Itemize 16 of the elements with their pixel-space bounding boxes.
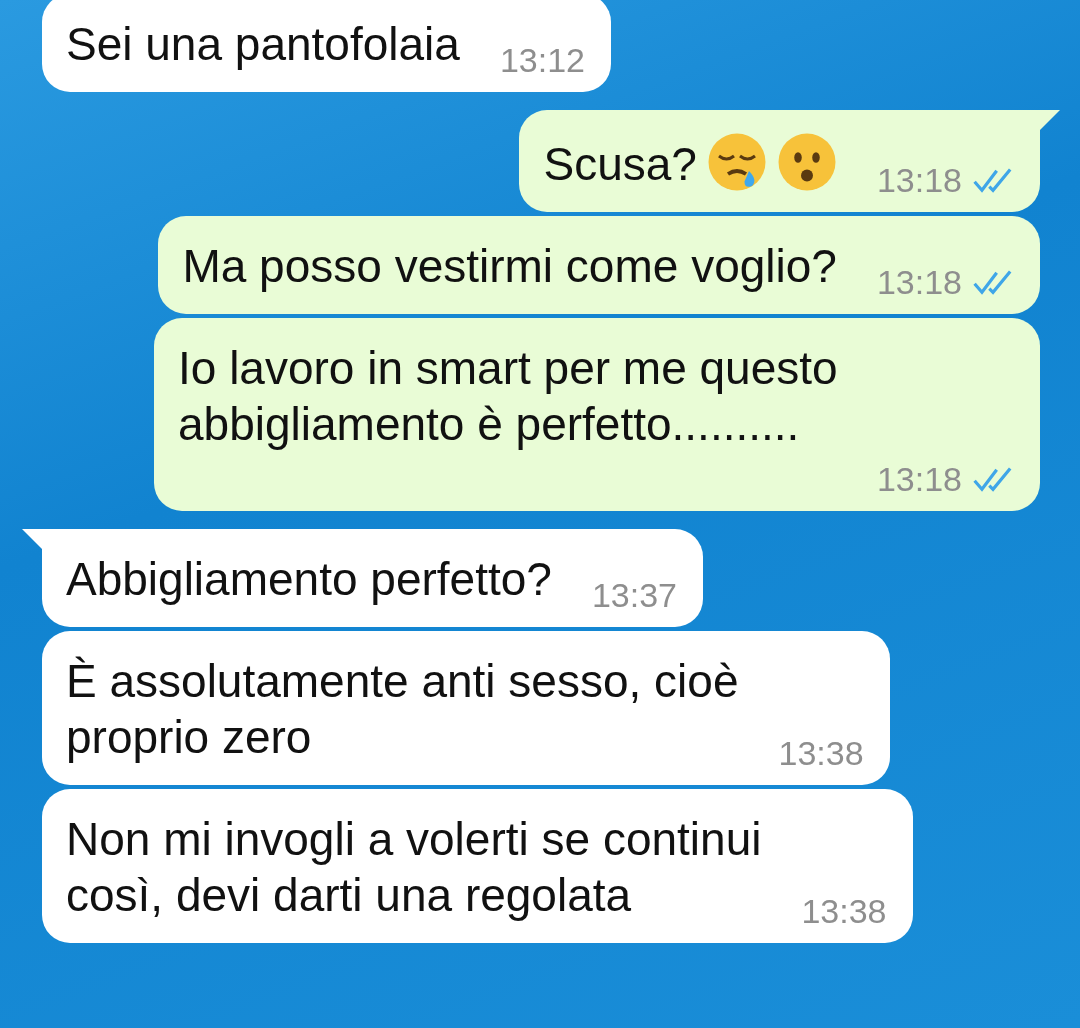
- message-text: Non mi invogli a volerti se continui così, devi darti una regolata: [66, 812, 762, 923]
- message-time: 13:18: [876, 460, 962, 499]
- message-time: 13:38: [778, 734, 864, 773]
- message-text: Ma posso vestirmi come voglio?: [182, 239, 837, 294]
- sleepy-face-icon: [706, 132, 767, 192]
- message-time: 13:18: [876, 263, 962, 302]
- message-text: È assolutamente anti sesso, cioè proprio zero: [66, 654, 739, 765]
- message-time: 13:12: [499, 41, 585, 80]
- message-time: 13:18: [876, 161, 962, 200]
- message-text: Sei una pantofolaia: [66, 17, 460, 72]
- message-text: Abbigliamento perfetto?: [66, 552, 552, 607]
- message-time: 13:37: [591, 576, 677, 615]
- message-text: Io lavoro in smart per me questo abbigliamento è perfetto..........: [178, 341, 838, 452]
- message-text: Scusa?: [543, 137, 697, 192]
- message-time: 13:38: [801, 892, 887, 931]
- frowning-face-icon: [776, 132, 837, 192]
